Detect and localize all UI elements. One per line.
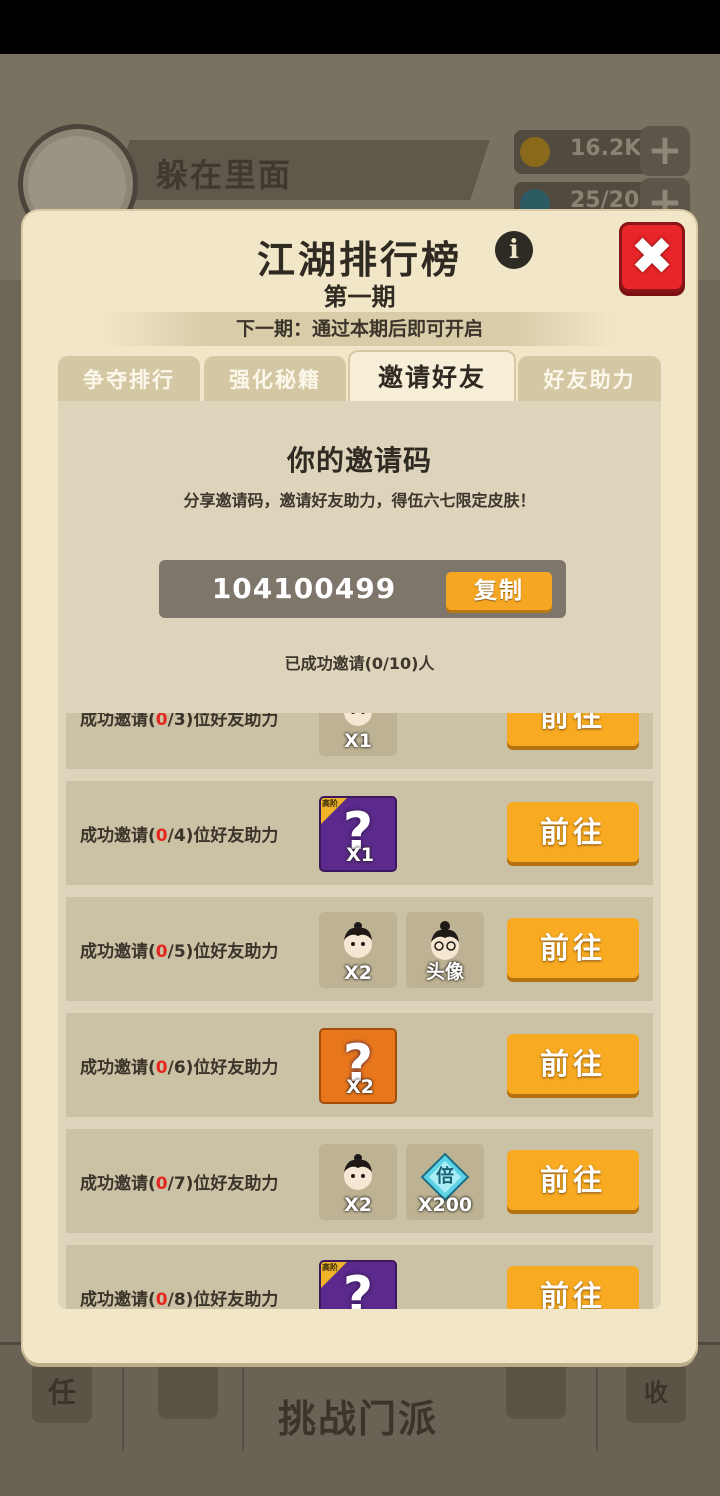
reward-slot: X2: [319, 1144, 397, 1220]
reward-quantity: X2: [344, 1194, 372, 1216]
reward-slot: X2: [319, 912, 397, 988]
invite-description: 分享邀请码，邀请好友助力，得伍六七限定皮肤！: [183, 491, 536, 510]
next-period-notice: 下一期：通过本期后即可开启: [103, 312, 616, 346]
invite-code-box: 104100499 复制: [159, 560, 566, 618]
background-coin-counter: 16.2K +: [514, 126, 690, 176]
character-face-icon: [344, 1154, 372, 1190]
reward-row-label: 成功邀请(0/6)位好友助力: [80, 1058, 279, 1078]
reward-quantity: X1: [346, 844, 374, 866]
question-mark-icon: ?: [342, 1266, 374, 1309]
avatar-reward: 头像: [406, 912, 484, 988]
reward-row: 成功邀请(0/8)位好友助力 高阶 ? 前往: [66, 1245, 653, 1309]
reward-row: 成功邀请(0/6)位好友助力 ? X2 前往: [66, 1013, 653, 1117]
go-button[interactable]: 前往: [507, 1150, 639, 1210]
reward-row-label: 成功邀请(0/4)位好友助力: [80, 826, 279, 846]
reward-quantity: X200: [417, 1194, 473, 1216]
close-icon: ✖: [630, 227, 674, 287]
reward-slot: X1: [319, 713, 397, 756]
invite-code-heading: 你的邀请码: [286, 444, 432, 477]
close-button[interactable]: ✖: [619, 222, 685, 292]
reward-row: 成功邀请(0/5)位好友助力 X2 头像 前往: [66, 897, 653, 1001]
reward-row-label: 成功邀请(0/5)位好友助力: [80, 942, 279, 962]
reward-row-label: 成功邀请(0/8)位好友助力: [80, 1290, 279, 1309]
reward-row-label: 成功邀请(0/3)位好友助力: [80, 713, 279, 730]
mystery-skin-reward: 高阶 ?: [319, 1260, 397, 1309]
mystery-outfit-reward: ? X2: [319, 1028, 397, 1104]
background-book-icon: [158, 1359, 218, 1419]
background-challenge-label: 挑战门派: [278, 1397, 439, 1441]
modal-subtitle: 第一期: [323, 283, 396, 311]
reward-quantity: X1: [344, 730, 372, 752]
reward-quantity: X2: [346, 1076, 374, 1098]
tab-invite-friends[interactable]: 邀请好友: [348, 350, 516, 402]
reward-quantity: X2: [344, 962, 372, 984]
info-icon[interactable]: i: [495, 231, 533, 269]
background-collect-icon: 收: [626, 1363, 686, 1423]
invited-count: 已成功邀请(0/10)人: [284, 654, 435, 673]
character-face-icon: [344, 922, 372, 958]
background-player-name: 躲在里面: [156, 156, 293, 194]
go-button[interactable]: 前往: [507, 713, 639, 746]
coin-icon: [520, 137, 550, 167]
multiplier-glyph: 倍: [436, 1166, 454, 1187]
background-house-icon: [506, 1359, 566, 1419]
reward-row-label: 成功邀请(0/7)位好友助力: [80, 1174, 279, 1194]
copy-code-button[interactable]: 复制: [446, 572, 552, 610]
reward-row: 成功邀请(0/4)位好友助力 高阶 ? X1 前往: [66, 781, 653, 885]
go-button[interactable]: 前往: [507, 1266, 639, 1309]
reward-list[interactable]: 成功邀请(0/3)位好友助力 X1 前往 成功邀请(0/4)位好友助力 高阶 ?…: [66, 713, 653, 1309]
background-coin-plus-icon: +: [640, 126, 690, 176]
reward-quantity: 头像: [425, 961, 464, 983]
go-button[interactable]: 前往: [507, 1034, 639, 1094]
modal-title: 江湖排行榜: [256, 238, 462, 282]
go-button[interactable]: 前往: [507, 918, 639, 978]
tab-upgrade-manual[interactable]: 强化秘籍: [204, 356, 346, 402]
invite-content: 你的邀请码 分享邀请码，邀请好友助力，得伍六七限定皮肤！ 104100499 复…: [58, 401, 661, 1309]
go-button[interactable]: 前往: [507, 802, 639, 862]
invite-code-value: 104100499: [211, 572, 397, 605]
background-energy-value: 25/20: [570, 188, 640, 213]
reward-row: 成功邀请(0/7)位好友助力 X2 倍 X200 前往: [66, 1129, 653, 1233]
mystery-skin-reward: 高阶 ? X1: [319, 796, 397, 872]
ranking-modal: 江湖排行榜 i 第一期 ✖ 下一期：通过本期后即可开启 争夺排行 强化秘籍 邀请…: [23, 211, 696, 1363]
background-task-icon: 任: [32, 1363, 92, 1423]
tab-ranking[interactable]: 争夺排行: [58, 356, 200, 402]
tab-friend-help[interactable]: 好友助力: [518, 356, 661, 402]
background-coin-value: 16.2K: [570, 136, 642, 161]
multiplier-reward: 倍 X200: [406, 1144, 484, 1220]
reward-row: 成功邀请(0/3)位好友助力 X1 前往: [66, 713, 653, 769]
